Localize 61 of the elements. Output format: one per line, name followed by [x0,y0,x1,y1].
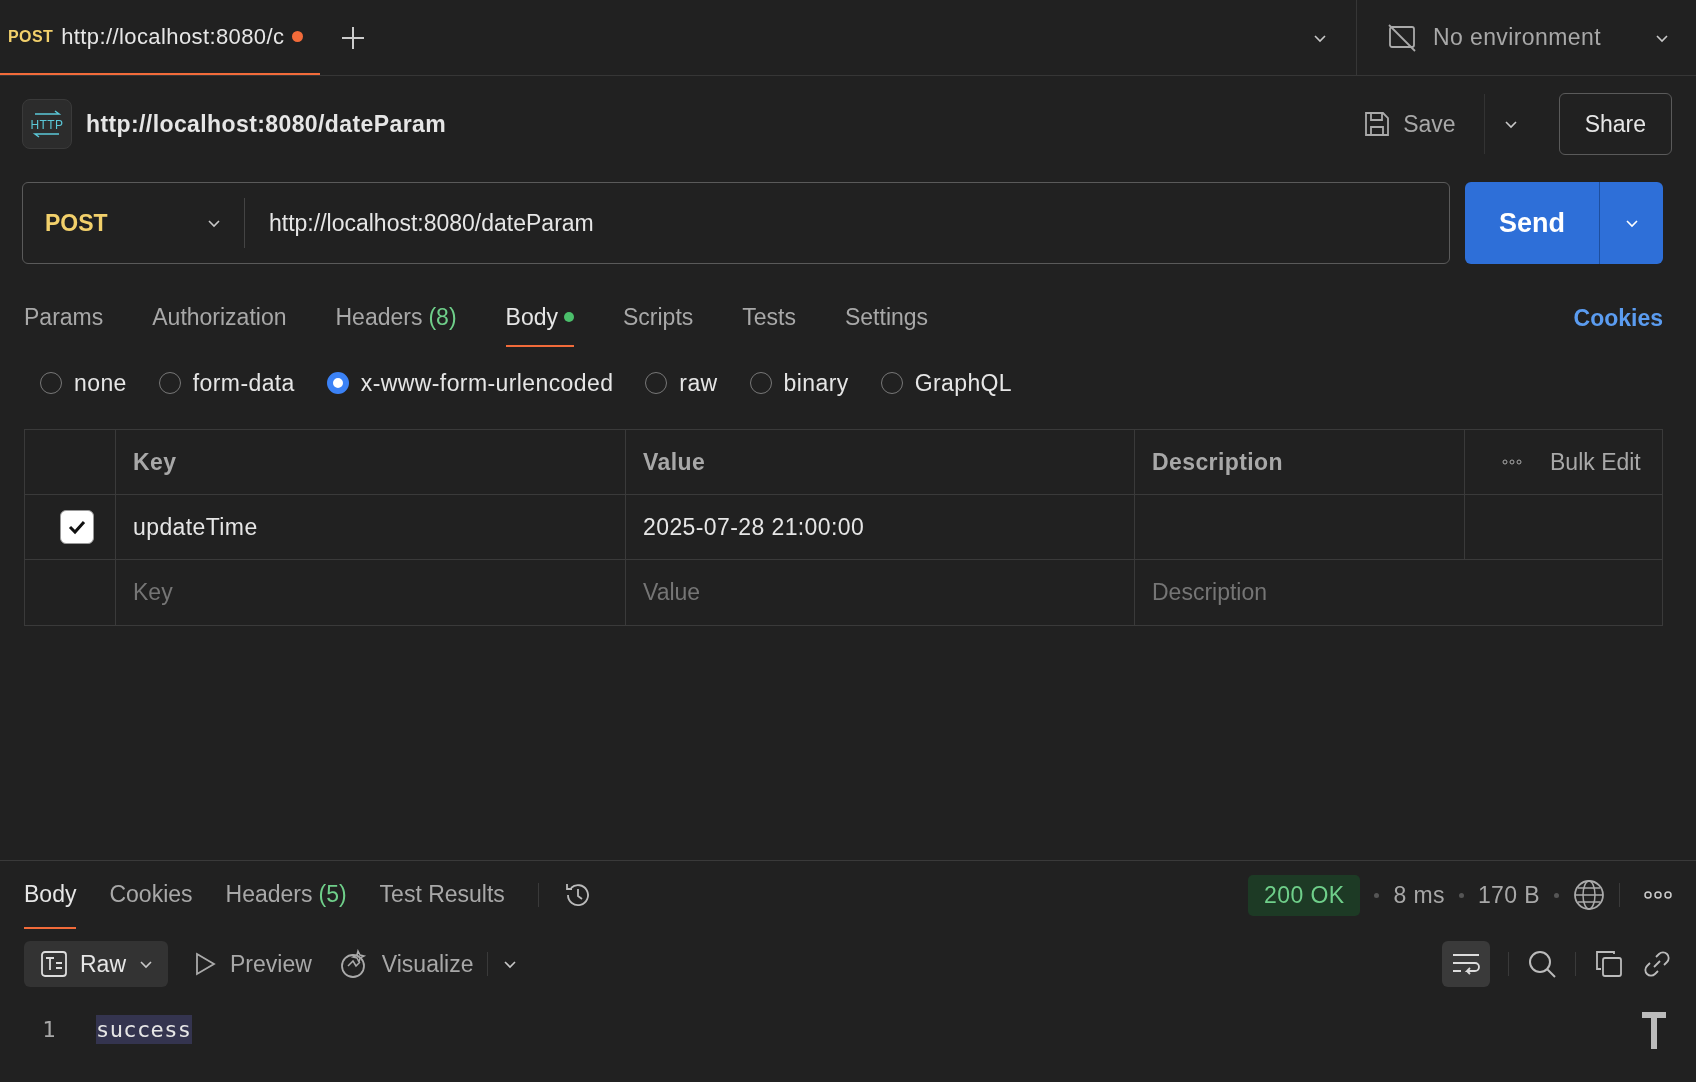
request-section-tab[interactable]: Headers (8) [335,289,457,347]
cookies-link[interactable]: Cookies [1573,304,1663,332]
environment-selector[interactable]: No environment [1356,0,1696,75]
more-icon [1502,459,1522,465]
value-field[interactable]: Value [643,579,1117,606]
save-icon [1363,110,1392,138]
method-label: POST [8,27,54,46]
table-cell: 2025-07-28 21:00:00 [626,495,1135,560]
more-icon[interactable] [1644,891,1672,899]
table-cell: updateTime [116,495,626,560]
description-field[interactable]: Description [1152,579,1645,606]
column-header: Description [1135,430,1465,495]
share-button[interactable]: Share [1558,93,1672,155]
key-field[interactable]: Key [133,579,608,606]
wrap-lines-icon [1451,952,1481,976]
response-size: 170 B [1477,881,1540,909]
column-header: Value [626,430,1135,495]
radio-label: raw [679,369,718,397]
method-dropdown[interactable]: POST [23,198,245,248]
request-section-tab[interactable]: Params [24,289,104,347]
no-environment-icon [1387,22,1417,53]
response-tab[interactable]: Headers (5) [225,861,347,929]
radio-button[interactable] [326,372,349,394]
visualize-button[interactable]: Visualize [337,949,474,979]
search-icon[interactable] [1527,949,1557,979]
bulk-edit-button[interactable]: Bulk Edit [1550,448,1641,476]
request-url-bar[interactable]: POST http://localhost:8080/dateParam [22,182,1450,264]
request-section-tab[interactable]: Tests [742,289,796,347]
word-wrap-button[interactable] [1442,941,1490,987]
globe-icon[interactable] [1573,879,1605,911]
radio-label: x-www-form-urlencoded [360,369,614,397]
response-tab[interactable]: Test Results [379,861,505,929]
icon-label: HTTP [30,118,64,132]
copy-icon[interactable] [1594,949,1624,979]
text-cursor-icon [1640,1009,1668,1049]
save-button[interactable]: Save [1349,110,1470,138]
play-icon [194,952,216,976]
radio-label: binary [783,369,849,397]
link-icon[interactable] [1642,949,1672,979]
response-tab[interactable]: Body [24,861,77,929]
status-badge: 200 OK [1248,874,1361,916]
request-tab[interactable]: POST http://localhost:8080/c [0,0,320,75]
response-time: 8 ms [1393,881,1445,909]
plus-icon [340,24,366,51]
line-number: 1 [41,1016,57,1042]
request-section-tab[interactable]: Settings [845,289,929,347]
format-dropdown[interactable]: Raw [24,941,168,987]
radio-label: none [74,369,127,397]
response-tab[interactable]: Cookies [109,861,193,929]
request-section-tab[interactable]: Body [505,289,574,347]
column-header: Key [116,430,626,495]
radio-label: form-data [192,369,295,397]
tab-title: http://localhost:8080/c [61,23,285,50]
request-title: http://localhost:8080/dateParam [86,110,448,138]
checkbox[interactable] [59,510,94,544]
url-field[interactable]: http://localhost:8080/dateParam [245,209,1449,237]
preview-button[interactable]: Preview [194,950,312,978]
request-section-tab[interactable]: Authorization [152,289,287,347]
text-file-icon [40,950,68,978]
radio-label: GraphQL [914,369,1013,397]
request-section-tab[interactable]: Scripts [623,289,694,347]
